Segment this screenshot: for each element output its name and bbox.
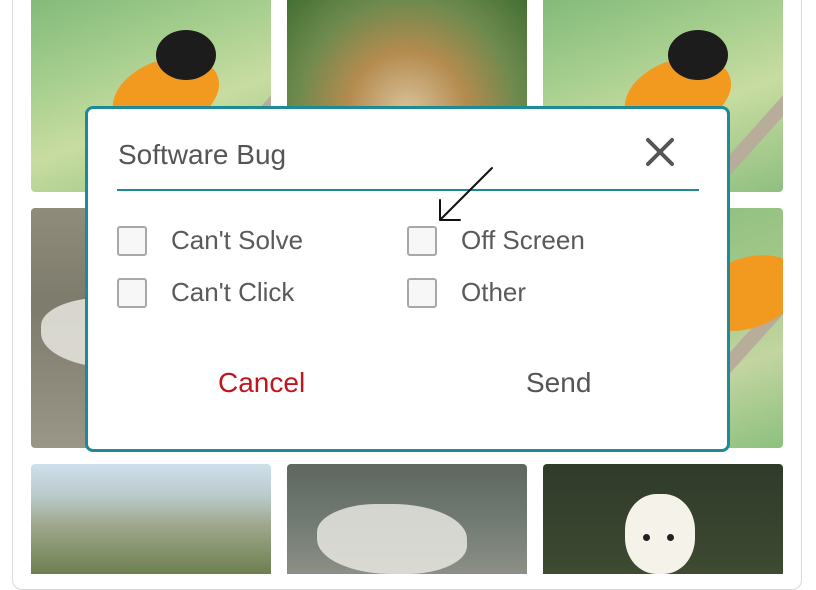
image-tile-landscape[interactable]	[31, 464, 271, 574]
option-cant-solve[interactable]: Can't Solve	[117, 225, 303, 256]
image-tile-horse-2[interactable]	[287, 464, 527, 574]
cancel-button[interactable]: Cancel	[218, 367, 305, 399]
option-label: Can't Click	[171, 277, 295, 307]
title-divider	[117, 189, 699, 191]
puppy-eye	[643, 534, 650, 541]
report-bug-dialog: Software Bug Can't Solve Off Screen Can'…	[85, 106, 730, 452]
option-label: Other	[461, 277, 527, 307]
option-other[interactable]: Other	[407, 277, 526, 308]
checkbox-other[interactable]	[407, 277, 437, 308]
bird-head	[156, 30, 216, 80]
puppy-shape	[625, 494, 695, 574]
option-cant-click[interactable]: Can't Click	[117, 277, 294, 308]
option-label: Can't Solve	[171, 225, 304, 255]
bird-head	[668, 30, 728, 80]
mouse-pointer-arrow-icon	[439, 167, 493, 221]
send-button[interactable]: Send	[526, 367, 591, 399]
option-off-screen[interactable]: Off Screen	[407, 225, 585, 256]
dialog-title: Software Bug	[118, 139, 287, 170]
puppy-eye	[667, 534, 674, 541]
image-tile-puppy[interactable]	[543, 464, 783, 574]
checkbox-cant-click[interactable]	[117, 277, 147, 308]
checkbox-cant-solve[interactable]	[117, 225, 147, 256]
option-label: Off Screen	[461, 225, 585, 255]
close-icon[interactable]	[643, 135, 677, 169]
checkbox-off-screen[interactable]	[407, 225, 437, 256]
horse-shape	[317, 504, 467, 574]
